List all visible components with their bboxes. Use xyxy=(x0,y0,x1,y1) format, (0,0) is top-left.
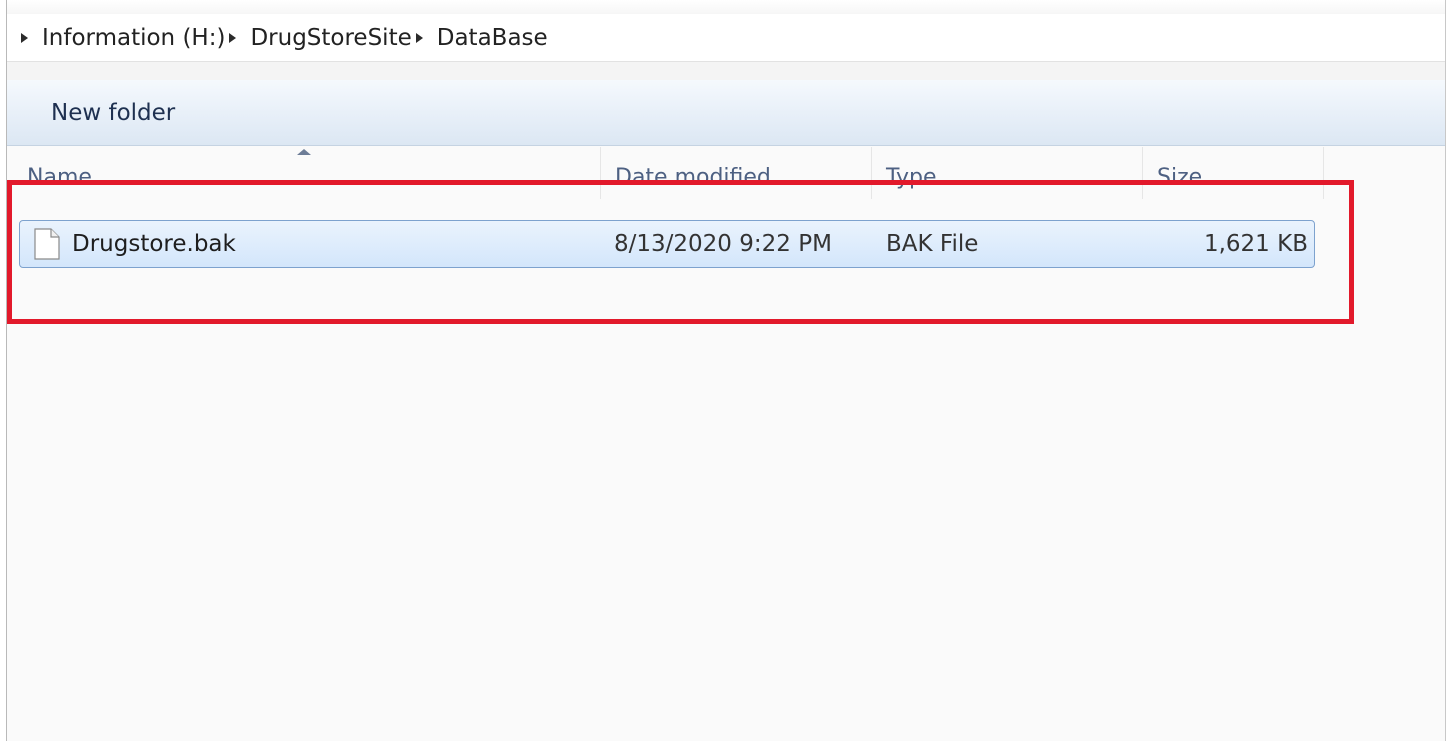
column-header-date-label: Date modified xyxy=(615,165,771,190)
column-header-size-label: Size xyxy=(1157,165,1203,190)
column-header-name[interactable]: Name xyxy=(13,147,601,199)
breadcrumb-arrow-icon[interactable] xyxy=(21,32,28,43)
breadcrumb-drive[interactable]: Information (H:) xyxy=(42,25,225,51)
breadcrumb-folder-drugstoresite[interactable]: DrugStoreSite xyxy=(250,25,411,51)
breadcrumb-arrow-icon[interactable] xyxy=(415,32,423,43)
file-type: BAK File xyxy=(886,231,979,257)
new-folder-button[interactable]: New folder xyxy=(51,100,175,126)
address-toolbar-divider xyxy=(7,62,1445,81)
column-header-type-label: Type xyxy=(886,165,937,190)
column-header-name-label: Name xyxy=(27,165,92,190)
file-icon xyxy=(34,228,60,260)
column-header-date-modified[interactable]: Date modified xyxy=(601,147,872,199)
window-top-edge xyxy=(7,0,1445,15)
command-bar: New folder xyxy=(7,80,1445,146)
file-size: 1,621 KB xyxy=(1203,231,1308,257)
file-date-modified: 8/13/2020 9:22 PM xyxy=(614,231,832,257)
column-header-type[interactable]: Type xyxy=(872,147,1143,199)
address-bar[interactable]: Information (H:) DrugStoreSite DataBase xyxy=(7,14,1445,62)
file-row[interactable]: Drugstore.bak 8/13/2020 9:22 PM BAK File… xyxy=(19,220,1315,268)
breadcrumb-arrow-icon[interactable] xyxy=(229,32,237,43)
column-header-size[interactable]: Size xyxy=(1143,147,1324,199)
breadcrumb-folder-database[interactable]: DataBase xyxy=(437,25,548,51)
file-name[interactable]: Drugstore.bak xyxy=(72,221,236,267)
column-header-row: Name Date modified Type Size xyxy=(7,147,1445,199)
explorer-window: Information (H:) DrugStoreSite DataBase … xyxy=(6,0,1446,741)
